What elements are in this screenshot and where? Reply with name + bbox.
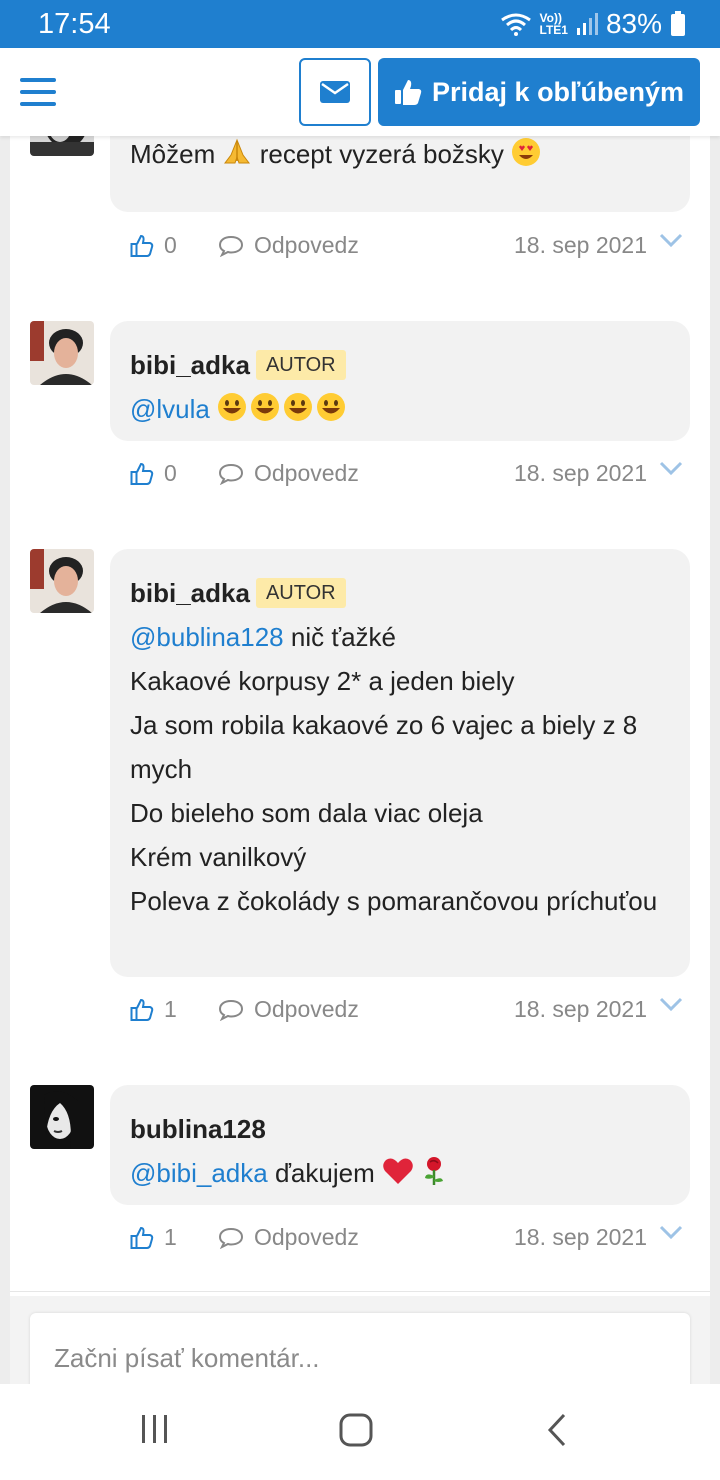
comment-bubble: bublina128 Môžem recept vyzerá božsky <box>110 136 690 212</box>
comment-author[interactable]: bibi_adka <box>130 350 250 380</box>
recent-apps-icon[interactable] <box>138 1412 172 1446</box>
reply-button[interactable]: Odpovedz <box>218 460 359 487</box>
back-icon[interactable] <box>544 1412 572 1448</box>
chevron-down-icon[interactable] <box>658 994 684 1014</box>
network-type: Vo)) LTE1 <box>539 11 568 37</box>
comment-actions: 0 Odpovedz 18. sep 2021 <box>130 226 690 266</box>
like-count: 0 <box>164 460 177 486</box>
folded-hands-emoji-icon <box>224 138 251 164</box>
thumbs-up-icon <box>130 462 154 485</box>
rose-icon <box>425 1157 444 1185</box>
like-button[interactable]: 1 <box>130 996 177 1023</box>
comment-author[interactable]: bibi_adka <box>130 578 250 608</box>
avatar[interactable] <box>30 549 94 613</box>
app-header: Pridaj k obľúbeným <box>0 48 720 136</box>
mention-link[interactable]: @bibi_adka <box>130 1158 268 1188</box>
like-button[interactable]: 0 <box>130 460 177 487</box>
chevron-down-icon[interactable] <box>658 1222 684 1242</box>
status-time: 17:54 <box>38 8 111 40</box>
heart-icon <box>383 1158 413 1184</box>
reply-button[interactable]: Odpovedz <box>218 232 359 259</box>
comment-author-row: bibi_adka AUTOR <box>130 343 670 387</box>
thumbs-up-icon <box>130 1226 154 1249</box>
like-button[interactable]: 1 <box>130 1224 177 1251</box>
comment-date: 18. sep 2021 <box>514 996 648 1022</box>
thumbs-up-icon <box>130 998 154 1021</box>
grinning-emoji-icon <box>218 393 346 421</box>
comment-actions: 1 Odpovedz 18. sep 2021 <box>130 1218 690 1258</box>
message-button[interactable] <box>299 58 371 126</box>
reply-label: Odpovedz <box>254 996 359 1022</box>
author-badge: AUTOR <box>255 578 346 608</box>
comment-author-row: bibi_adka AUTOR <box>130 571 670 615</box>
divider <box>10 1291 710 1292</box>
favorite-label: Pridaj k obľúbeným <box>432 76 684 107</box>
comment-line: Ja som robila kakaové zo 6 vajec a biely… <box>130 710 638 784</box>
reply-button[interactable]: Odpovedz <box>218 1224 359 1251</box>
system-nav-bar <box>0 1384 720 1480</box>
comment-text: @bublina128 nič ťažké <box>130 622 396 652</box>
thumbs-up-icon <box>130 234 154 257</box>
comment-line: Do bieleho som dala viac oleja <box>130 798 483 828</box>
thumbs-up-icon <box>395 80 422 105</box>
add-to-favorites-button[interactable]: Pridaj k obľúbeným <box>378 58 700 126</box>
speech-bubble-icon <box>218 1227 244 1249</box>
comment-text: Môžem recept vyzerá božsky <box>130 136 670 176</box>
chevron-down-icon[interactable] <box>658 458 684 478</box>
avatar[interactable] <box>30 1085 94 1149</box>
comment-line: Kakaové korpusy 2* a jeden biely <box>130 666 515 696</box>
speech-bubble-icon <box>218 999 244 1021</box>
comment-date: 18. sep 2021 <box>514 460 648 486</box>
comment-text: @lvula <box>130 387 670 431</box>
comment-text: @bibi_adka ďakujem <box>130 1151 670 1195</box>
like-count: 0 <box>164 232 177 258</box>
reply-label: Odpovedz <box>254 460 359 486</box>
mention-link[interactable]: @bublina128 <box>130 622 284 652</box>
comment-input[interactable]: Začni písať komentár... <box>30 1313 690 1384</box>
comment-date: 18. sep 2021 <box>514 1224 648 1250</box>
comment-line: Poleva z čokolády s pomarančovou príchuť… <box>130 886 658 916</box>
comment-author[interactable]: bublina128 <box>130 1107 670 1151</box>
comment-bubble: bublina128 @bibi_adka ďakujem <box>110 1085 690 1205</box>
heart-eyes-emoji-icon <box>512 138 541 166</box>
comment-actions: 0 Odpovedz 18. sep 2021 <box>130 454 690 494</box>
comment-line: Krém vanilkový <box>130 842 307 872</box>
wifi-icon <box>500 13 531 36</box>
signal-icon <box>576 13 598 35</box>
reply-label: Odpovedz <box>254 232 359 258</box>
comment-date: 18. sep 2021 <box>514 232 648 258</box>
like-count: 1 <box>164 1224 177 1250</box>
status-icons: Vo)) LTE1 83% <box>500 8 687 40</box>
comments-section: bublina128 Môžem recept vyzerá božsky <box>10 136 710 1384</box>
avatar[interactable] <box>30 136 94 156</box>
comment-bubble: bibi_adka AUTOR @lvula <box>110 321 690 441</box>
reply-label: Odpovedz <box>254 1224 359 1250</box>
comment-bubble: bibi_adka AUTOR @bublina128 nič ťažké Kak… <box>110 549 690 977</box>
home-icon[interactable] <box>338 1412 374 1448</box>
like-count: 1 <box>164 996 177 1022</box>
reply-button[interactable]: Odpovedz <box>218 996 359 1023</box>
envelope-icon <box>320 81 350 103</box>
menu-icon[interactable] <box>20 78 56 108</box>
comment-actions: 1 Odpovedz 18. sep 2021 <box>130 990 690 1030</box>
speech-bubble-icon <box>218 463 244 485</box>
battery-icon <box>671 11 685 36</box>
chevron-down-icon[interactable] <box>658 230 684 250</box>
battery-percent: 83% <box>605 8 662 39</box>
status-bar: 17:54 Vo)) LTE1 83% <box>0 0 720 48</box>
like-button[interactable]: 0 <box>130 232 177 259</box>
mention-link[interactable]: @lvula <box>130 394 210 424</box>
avatar[interactable] <box>30 321 94 385</box>
author-badge: AUTOR <box>255 350 346 380</box>
speech-bubble-icon <box>218 235 244 257</box>
